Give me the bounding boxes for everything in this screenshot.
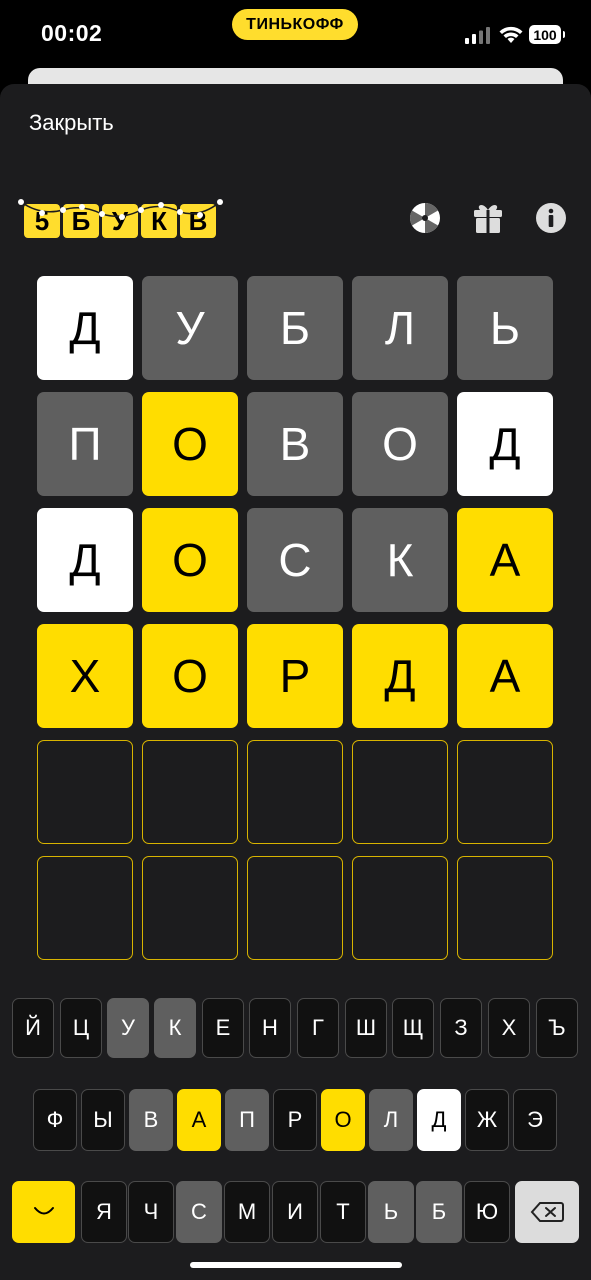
letter-cell: С: [247, 508, 343, 612]
empty-cell: [457, 740, 553, 844]
key-button[interactable]: П: [225, 1089, 269, 1151]
letter-cell: У: [142, 276, 238, 380]
key-button[interactable]: Ц: [60, 998, 102, 1058]
wheel-icon[interactable]: [408, 201, 442, 235]
battery-indicator: 100: [529, 25, 565, 44]
key-button[interactable]: Н: [249, 998, 291, 1058]
empty-cell: [247, 856, 343, 960]
game-sheet: Закрыть 5 Б У К В Д У Б Л Ь П О В О Д Д …: [0, 84, 591, 1280]
letter-cell: О: [142, 508, 238, 612]
key-button[interactable]: Х: [488, 998, 530, 1058]
brand-pill[interactable]: ТИНЬКОФФ: [232, 9, 358, 40]
empty-cell: [142, 740, 238, 844]
key-button[interactable]: Е: [202, 998, 244, 1058]
close-button[interactable]: Закрыть: [29, 110, 114, 136]
letter-cell: П: [37, 392, 133, 496]
letter-cell: Д: [37, 508, 133, 612]
letter-cell: Д: [352, 624, 448, 728]
key-button[interactable]: Я: [81, 1181, 127, 1243]
letter-cell: Д: [37, 276, 133, 380]
letter-cell: Ь: [457, 276, 553, 380]
empty-cell: [352, 740, 448, 844]
key-button[interactable]: К: [154, 998, 196, 1058]
cellular-signal-icon: [465, 27, 490, 44]
key-button[interactable]: М: [224, 1181, 270, 1243]
key-button[interactable]: Ъ: [536, 998, 578, 1058]
letter-cell: Л: [352, 276, 448, 380]
key-button[interactable]: Ч: [128, 1181, 174, 1243]
submit-button[interactable]: [12, 1181, 75, 1243]
key-button[interactable]: Ь: [368, 1181, 414, 1243]
key-button[interactable]: С: [176, 1181, 222, 1243]
empty-cell: [247, 740, 343, 844]
key-button[interactable]: И: [272, 1181, 318, 1243]
letter-cell: О: [142, 392, 238, 496]
gift-icon[interactable]: [471, 201, 505, 235]
letter-cell: Б: [247, 276, 343, 380]
letter-cell: Р: [247, 624, 343, 728]
key-button[interactable]: Ш: [345, 998, 387, 1058]
key-button[interactable]: Д: [417, 1089, 461, 1151]
key-button[interactable]: Ф: [33, 1089, 77, 1151]
key-button[interactable]: З: [440, 998, 482, 1058]
letter-cell: А: [457, 508, 553, 612]
key-button[interactable]: Э: [513, 1089, 557, 1151]
key-button[interactable]: Ю: [464, 1181, 510, 1243]
empty-cell: [352, 856, 448, 960]
key-button[interactable]: Б: [416, 1181, 462, 1243]
letter-cell: А: [457, 624, 553, 728]
key-button[interactable]: Г: [297, 998, 339, 1058]
smile-icon: [33, 1207, 54, 1215]
status-bar: 00:02 ТИНЬКОФФ 100: [0, 0, 591, 70]
status-time: 00:02: [41, 20, 103, 46]
key-button[interactable]: Р: [273, 1089, 317, 1151]
key-button[interactable]: О: [321, 1089, 365, 1151]
wifi-icon: [499, 26, 523, 43]
empty-cell: [37, 856, 133, 960]
letter-cell: Д: [457, 392, 553, 496]
game-logo: 5 Б У К В: [18, 196, 224, 240]
home-indicator: [190, 1262, 402, 1268]
garland-lights-icon: [18, 199, 223, 220]
info-icon[interactable]: [534, 201, 568, 235]
backspace-button[interactable]: [515, 1181, 579, 1243]
key-button[interactable]: В: [129, 1089, 173, 1151]
letter-cell: Х: [37, 624, 133, 728]
empty-cell: [457, 856, 553, 960]
letter-cell: О: [352, 392, 448, 496]
letter-cell: О: [142, 624, 238, 728]
letter-cell: В: [247, 392, 343, 496]
key-button[interactable]: Щ: [392, 998, 434, 1058]
empty-cell: [142, 856, 238, 960]
key-button[interactable]: Л: [369, 1089, 413, 1151]
key-button[interactable]: У: [107, 998, 149, 1058]
backspace-icon: [530, 1202, 564, 1222]
key-button[interactable]: Т: [320, 1181, 366, 1243]
key-button[interactable]: Ж: [465, 1089, 509, 1151]
key-button[interactable]: Й: [12, 998, 54, 1058]
empty-cell: [37, 740, 133, 844]
letter-cell: К: [352, 508, 448, 612]
key-button[interactable]: Ы: [81, 1089, 125, 1151]
key-button[interactable]: А: [177, 1089, 221, 1151]
